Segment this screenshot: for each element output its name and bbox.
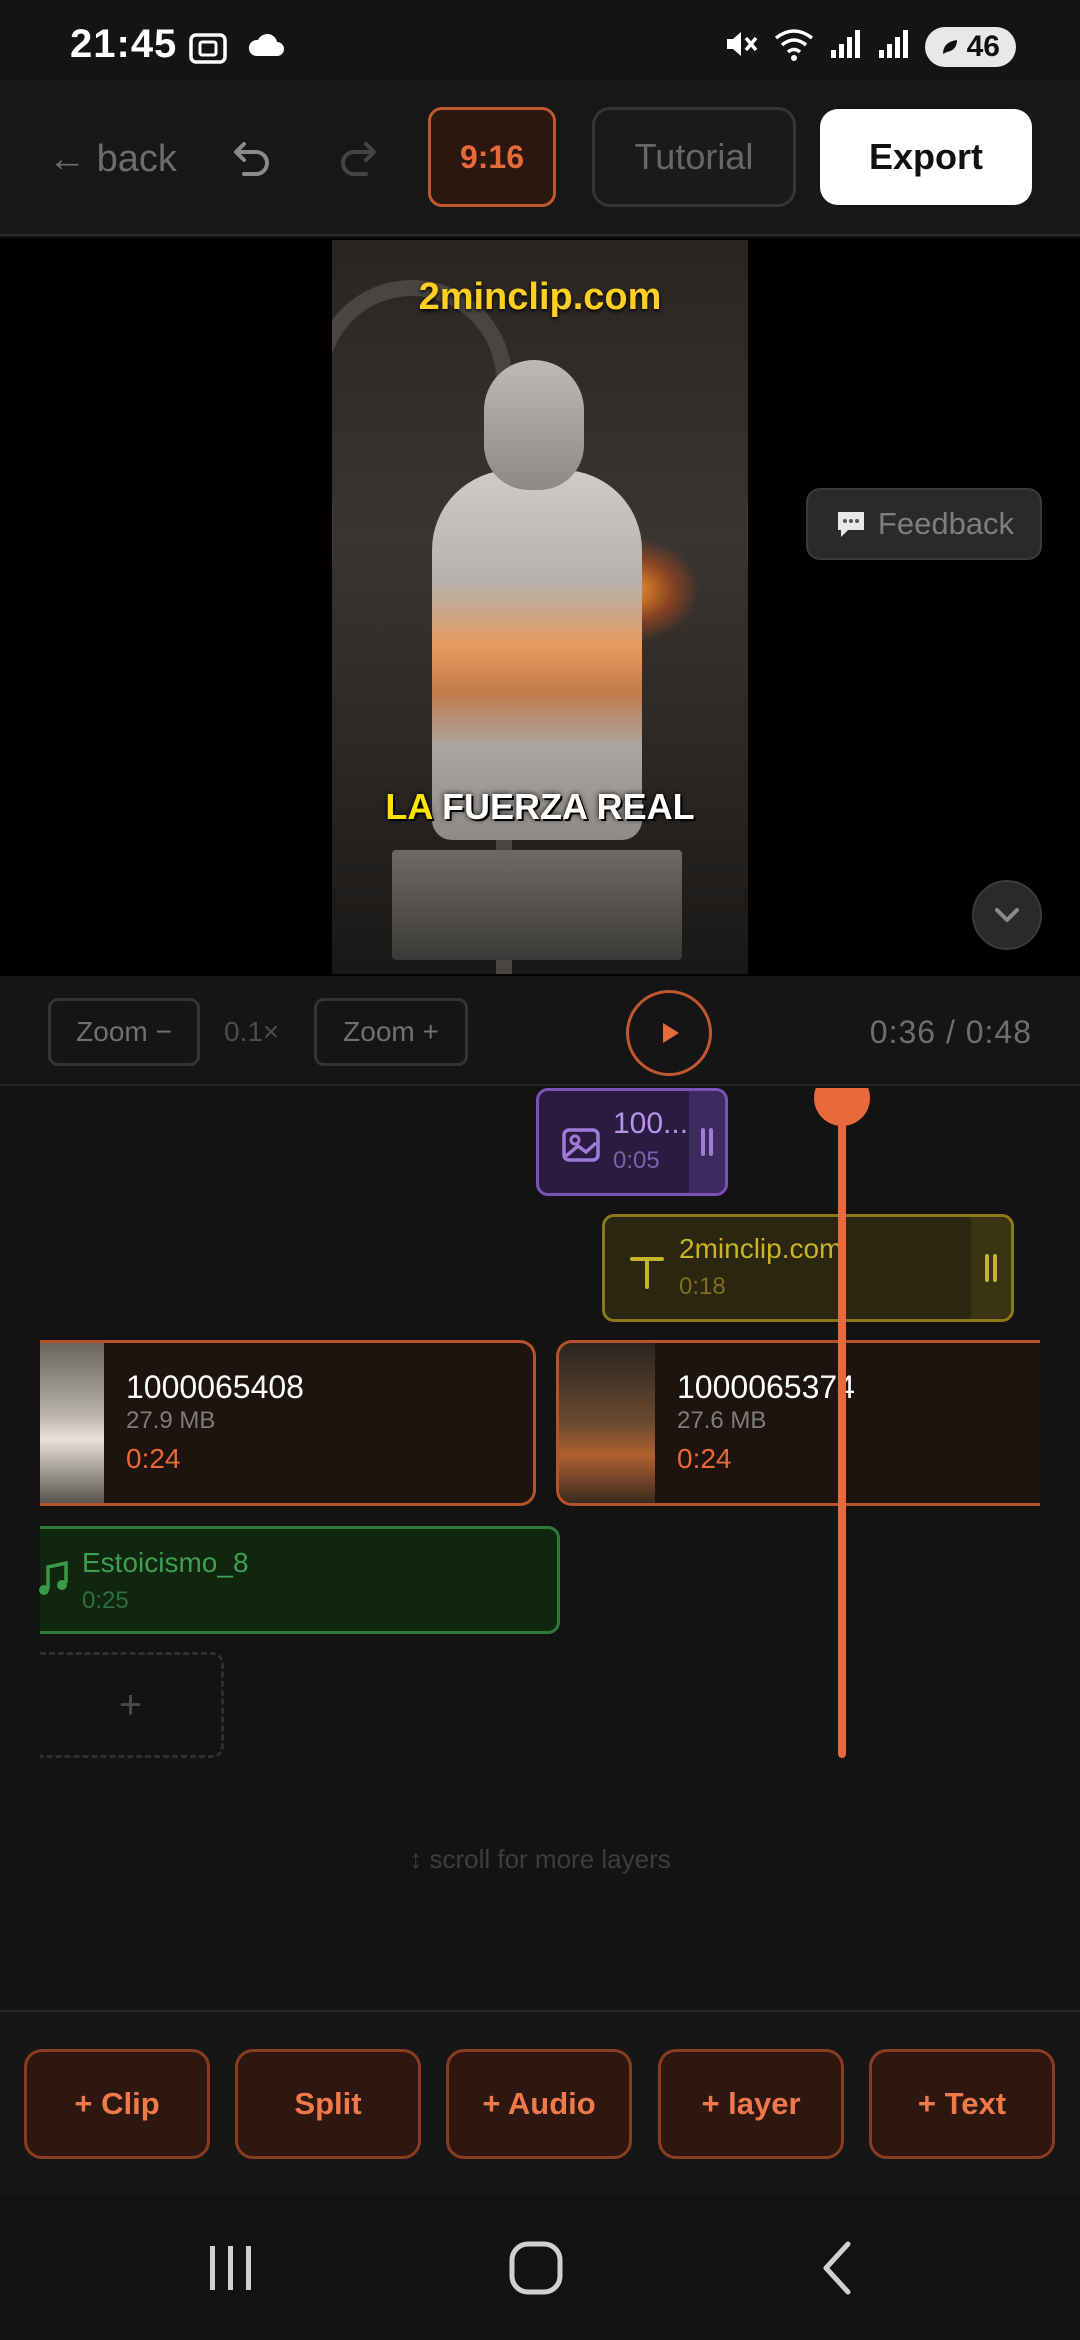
mute-icon [723,26,759,67]
export-button[interactable]: Export [820,109,1032,205]
video-preview: 2minclip.com LA FUERZA REAL Feedback [0,238,1080,976]
status-time: 21:45 [70,22,178,66]
text-icon [630,1257,664,1289]
video-clip[interactable]: 1000065408 27.9 MB 0:24 [40,1340,536,1506]
play-icon [663,1023,679,1043]
clip-name: 1000065408 [126,1369,304,1405]
action-bar: + Clip Split + Audio + layer + Text [0,2010,1080,2194]
cloud-icon [246,30,286,71]
clip-name: 1000065374 [677,1369,855,1405]
status-right-icons: 46 [723,26,1016,67]
trim-handle[interactable] [971,1217,1011,1319]
feedback-label: Feedback [877,506,1015,541]
audio-clip-duration: 0:25 [82,1587,129,1614]
text-layer-name: 2minclip.com [679,1233,843,1264]
nav-back-button[interactable] [818,2240,858,2301]
clip-thumbnail [40,1343,104,1503]
add-clip-button[interactable]: + Clip [24,2049,210,2159]
feedback-button[interactable]: Feedback [806,488,1042,560]
system-nav-bar [0,2194,1080,2340]
statue-head [484,360,584,490]
back-label: back [96,138,177,180]
zoom-level: 0.1× [224,1016,280,1047]
zoom-out-button[interactable]: Zoom − [48,998,200,1066]
playhead[interactable] [838,1108,846,1758]
video-frame[interactable]: 2minclip.com LA FUERZA REAL [332,240,748,974]
add-layer-button[interactable]: + layer [658,2049,844,2159]
playback-controls: Zoom − 0.1× Zoom + 0:36 / 0:48 [0,978,1080,1086]
audio-clip-name: Estoicismo_8 [82,1547,249,1578]
undo-button[interactable] [230,136,274,185]
status-bar: 21:45 46 [0,0,1080,80]
time-readout: 0:36 / 0:48 [869,1014,1032,1050]
image-layer-duration: 0:05 [613,1147,660,1174]
statue-pedestal [392,850,682,960]
recent-apps-icon [210,2246,251,2290]
status-left-icons [188,30,286,71]
play-button[interactable] [626,990,712,1076]
back-chevron-icon [823,2241,851,2295]
chevron-down-icon [995,908,1019,922]
music-note-icon [39,1560,68,1595]
text-layer-clip[interactable]: 2minclip.com 0:18 [602,1214,1014,1322]
screenshot-icon [188,30,228,71]
caption-highlight: LA [385,786,432,827]
video-clip[interactable]: 1000065374 27.6 MB 0:24 [556,1340,1040,1506]
overlay-text: 2minclip.com [418,276,662,318]
trim-handle[interactable] [689,1091,725,1193]
undo-icon [234,142,269,176]
redo-icon [341,142,376,176]
clip-duration: 0:24 [126,1443,181,1474]
split-button[interactable]: Split [235,2049,421,2159]
caption-rest: FUERZA REAL [442,786,695,827]
timeline[interactable]: 100... 0:05 2minclip.com 0:18 1000065408… [0,1088,1080,2010]
signal-icon [877,28,911,65]
text-layer-duration: 0:18 [679,1273,726,1300]
audio-clip[interactable]: Estoicismo_8 0:25 [39,1526,560,1634]
back-button[interactable]: ← back [48,138,177,181]
clip-thumbnail [559,1343,655,1503]
caption-text: LA FUERZA REAL [332,786,748,828]
statue-figure [432,470,642,840]
tutorial-button[interactable]: Tutorial [592,107,796,207]
image-layer-clip[interactable]: 100... 0:05 [536,1088,728,1196]
image-icon [562,1128,600,1162]
add-text-button[interactable]: + Text [869,2049,1055,2159]
clip-size: 27.6 MB [677,1407,767,1434]
zoom-in-button[interactable]: Zoom + [314,998,468,1066]
home-icon [509,2241,563,2295]
battery-level: 46 [966,29,1000,63]
clip-duration: 0:24 [677,1443,732,1474]
aspect-ratio-button[interactable]: 9:16 [428,107,556,207]
playhead-handle[interactable] [814,1088,870,1126]
recent-apps-button[interactable] [204,2242,258,2299]
redo-button[interactable] [336,136,380,185]
clip-size: 27.9 MB [126,1407,216,1434]
battery-icon: 46 [924,26,1016,67]
home-button[interactable] [508,2240,564,2301]
add-track-button[interactable]: + [40,1652,224,1758]
arrow-left-icon: ← [48,138,97,180]
collapse-preview-button[interactable] [972,880,1042,950]
editor-toolbar: ← back 9:16 Tutorial Export [0,80,1080,236]
signal-icon [829,28,863,65]
wifi-icon [773,26,815,67]
scroll-hint: ↕ scroll for more layers [409,1844,671,1874]
image-layer-name: 100... [613,1107,689,1140]
add-audio-button[interactable]: + Audio [446,2049,632,2159]
chat-bubble-icon [837,512,864,537]
